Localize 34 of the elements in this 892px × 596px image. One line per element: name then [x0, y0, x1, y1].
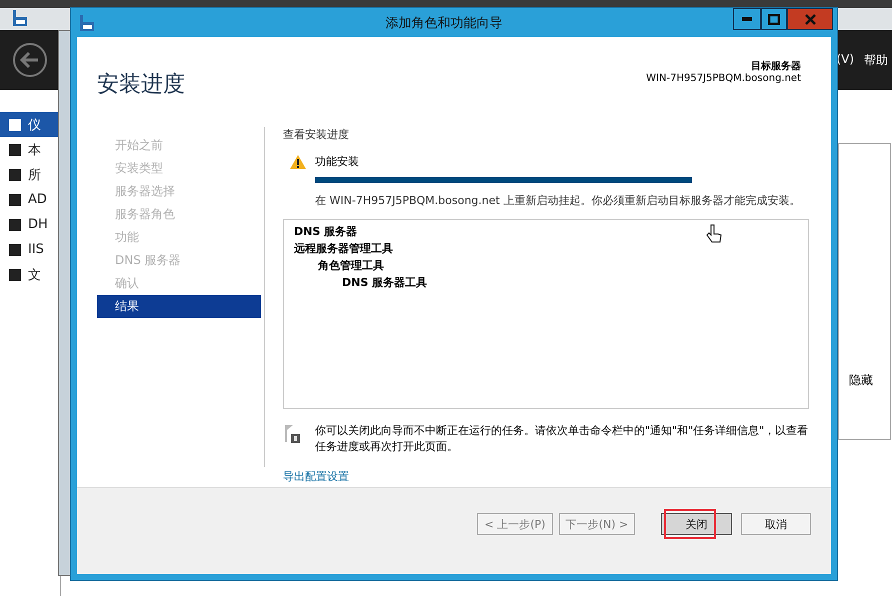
status-message: 在 WIN-7H957J5PBQM.bosong.net 上重新启动挂起。你必须重新启动目标服务器才能完成安装。 [315, 193, 802, 209]
tree-item: DNS 服务器 [294, 224, 358, 240]
sidebar-item[interactable]: AD [0, 187, 60, 212]
status-title: 功能安装 [315, 154, 360, 169]
flag-icon [283, 423, 303, 445]
app-icon [12, 8, 28, 26]
highlight-frame [664, 509, 716, 539]
target-server: WIN-7H957J5PBQM.bosong.net [646, 73, 801, 84]
app-icon [79, 14, 95, 32]
export-link[interactable]: 导出配置设置 [283, 469, 349, 484]
maximize-icon[interactable] [761, 8, 787, 30]
wizard-button[interactable]: 取消 [741, 513, 811, 535]
window-title: 添加角色和功能向导 [384, 14, 504, 32]
sidebar-item[interactable]: IIS [0, 237, 60, 262]
tree-item: 远程服务器管理工具 [294, 241, 393, 257]
tree-item: DNS 服务器工具 [342, 275, 428, 291]
section-label: 查看安装进度 [283, 127, 350, 142]
wizard-step[interactable]: 结果 [97, 295, 261, 318]
back-icon[interactable] [12, 42, 48, 78]
hide-label[interactable]: 隐藏 [839, 372, 873, 389]
sidebar-item[interactable]: 文 [0, 262, 60, 287]
pointer-icon [706, 224, 722, 244]
sidebar-item[interactable]: 本 [0, 137, 60, 162]
minimize-icon[interactable] [733, 8, 761, 30]
sidebar-item[interactable]: 仪 [0, 112, 60, 137]
note-text: 你可以关闭此向导而不中断正在运行的任务。请依次单击命令栏中的"通知"和"任务详细信息"，以查看任务进度或再次打开此页面。 [315, 423, 809, 455]
sidebar-item[interactable]: DH [0, 212, 60, 237]
sidebar-item[interactable]: 所 [0, 162, 60, 187]
target-label: 目标服务器 [751, 60, 801, 73]
tree-item: 角色管理工具 [318, 258, 384, 274]
menu-item[interactable]: 帮助 [864, 52, 888, 68]
page-title: 安装进度 [97, 71, 185, 99]
close-icon[interactable] [787, 8, 833, 30]
warning-icon [289, 154, 307, 170]
